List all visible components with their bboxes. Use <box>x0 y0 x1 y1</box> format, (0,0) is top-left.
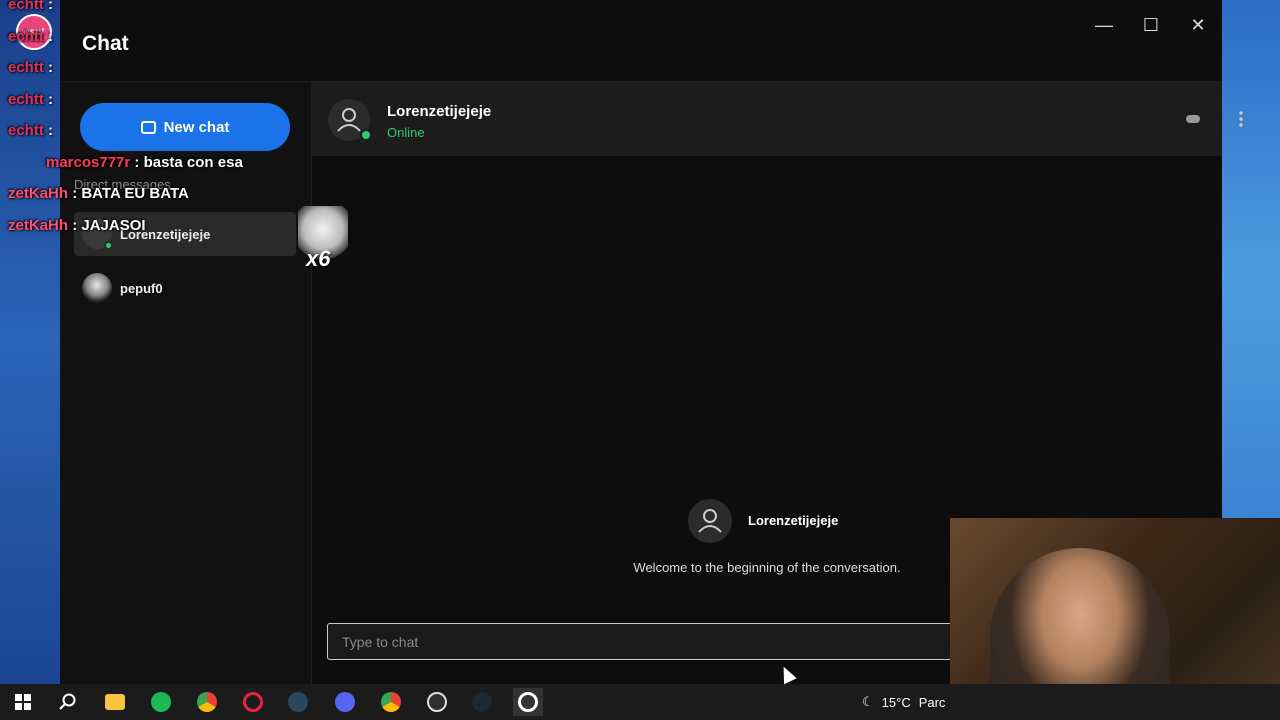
overlay-chat-line: marcos777r : basta con esa <box>46 154 243 171</box>
avatar <box>82 273 112 303</box>
overlay-user: echtt <box>8 91 44 108</box>
new-chat-button[interactable]: New chat <box>80 103 290 151</box>
app-title: Chat <box>82 32 129 55</box>
overlay-user: echtt <box>8 59 44 76</box>
overlay-user: echtt <box>8 28 44 45</box>
overlay-chat-line: zetKaHh : BATA EU BATA <box>8 185 189 202</box>
online-status-dot <box>104 241 113 250</box>
opera-icon[interactable] <box>238 688 268 716</box>
weather-desc: Parc <box>918 694 946 710</box>
maximize-button[interactable]: ☐ <box>1136 12 1166 38</box>
overlay-chat-line: echtt : <box>8 122 53 139</box>
spotify-icon[interactable] <box>146 688 176 716</box>
contact-name: Lorenzetijejeje <box>387 103 492 120</box>
overlay-user: echtt <box>8 0 44 13</box>
overlay-message: : <box>48 59 54 76</box>
chat-bubble-icon <box>140 120 156 134</box>
overlay-message: : <box>48 122 54 139</box>
taskbar: ☾ 15°C Parc <box>0 684 1280 720</box>
overlay-user: echtt <box>8 122 44 139</box>
osu-icon[interactable] <box>513 688 543 716</box>
overlay-chat-line: echtt : <box>8 28 53 45</box>
minimize-button[interactable]: — <box>1089 12 1119 38</box>
sidebar: New chat Direct messages Lorenzetijejeje… <box>60 82 312 684</box>
start-icon[interactable] <box>8 688 38 716</box>
overlay-message: : BATA EU BATA <box>72 185 189 202</box>
chat-header: Lorenzetijejeje Online <box>312 82 1243 156</box>
overlay-message: : JAJASOI <box>72 217 146 234</box>
emote-count: x6 <box>306 246 331 271</box>
weather-temp: 15°C <box>881 694 911 710</box>
overlay-chat-line: echtt : <box>8 0 53 13</box>
new-chat-label: New chat <box>163 118 230 136</box>
overlay-user: zetKaHh <box>8 217 69 234</box>
search-icon[interactable] <box>53 688 83 716</box>
title-bar: Chat — ☐ ✕ <box>60 0 1222 82</box>
obs-icon[interactable] <box>422 688 452 716</box>
weather-widget[interactable]: ☾ 15°C Parc <box>862 694 945 710</box>
welcome-message: Welcome to the beginning of the conversa… <box>633 560 901 575</box>
chat-input[interactable] <box>327 623 967 660</box>
overlay-user: zetKaHh <box>8 185 69 202</box>
weather-icon: ☾ <box>862 694 874 709</box>
overlay-chat-line: echtt : <box>8 91 53 108</box>
dm-item-pepuf0[interactable]: pepuf0 <box>74 266 296 310</box>
chrome-icon[interactable] <box>376 688 406 716</box>
online-status-dot <box>360 129 372 141</box>
overlay-user: marcos777r <box>46 154 131 171</box>
dm-item-label: pepuf0 <box>120 280 163 296</box>
contact-status: Online <box>387 125 425 140</box>
overlay-message: : <box>48 0 54 13</box>
steam-icon[interactable] <box>283 688 313 716</box>
chrome-icon[interactable] <box>192 688 222 716</box>
overlay-chat-line: zetKaHh : JAJASOI <box>8 217 146 234</box>
more-options-icon[interactable] <box>1230 108 1252 130</box>
overlay-message: : <box>48 28 54 45</box>
user-icon <box>698 509 722 533</box>
overlay-chat-line: echtt : <box>8 59 53 76</box>
close-button[interactable]: ✕ <box>1183 12 1213 38</box>
welcome-name: Lorenzetijejeje <box>748 513 839 528</box>
game-controller-icon[interactable] <box>1182 108 1204 130</box>
welcome-avatar <box>688 499 732 543</box>
overlay-message: : basta con esa <box>134 154 243 171</box>
steam-icon[interactable] <box>467 688 497 716</box>
overlay-message: : <box>48 91 54 108</box>
file-explorer-icon[interactable] <box>100 688 130 716</box>
discord-icon[interactable] <box>330 688 360 716</box>
